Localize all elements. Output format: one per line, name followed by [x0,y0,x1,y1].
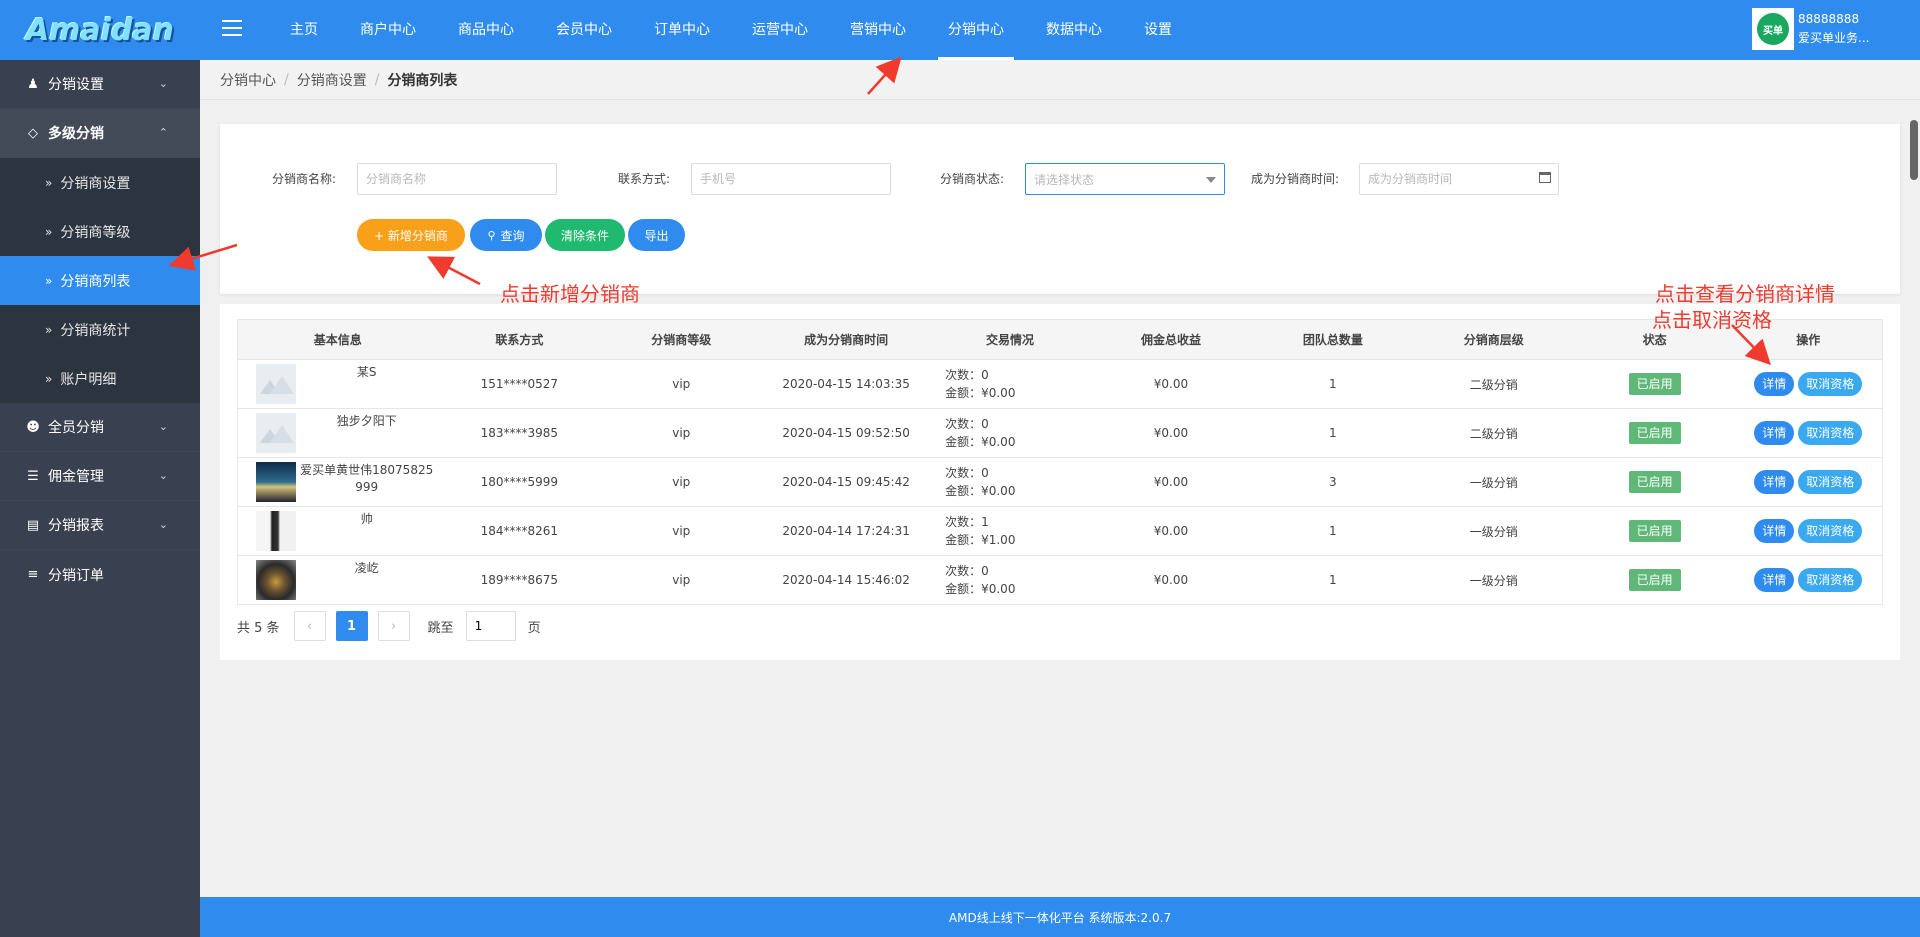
annotation-arrows [168,56,1771,366]
arrow-to-sidebar [168,243,238,271]
annotation-detail: 点击查看分销商详情 [1655,282,1835,306]
annotation-cancel: 点击取消资格 [1652,308,1772,332]
footer: AMD线上线下一体化平台 系统版本:2.0.7 [200,897,1920,937]
arrow-to-add-button [427,256,481,286]
page-scrollbar[interactable] [1910,120,1918,180]
arrow-to-nav [867,56,902,95]
annotation-add: 点击新增分销商 [500,282,640,306]
